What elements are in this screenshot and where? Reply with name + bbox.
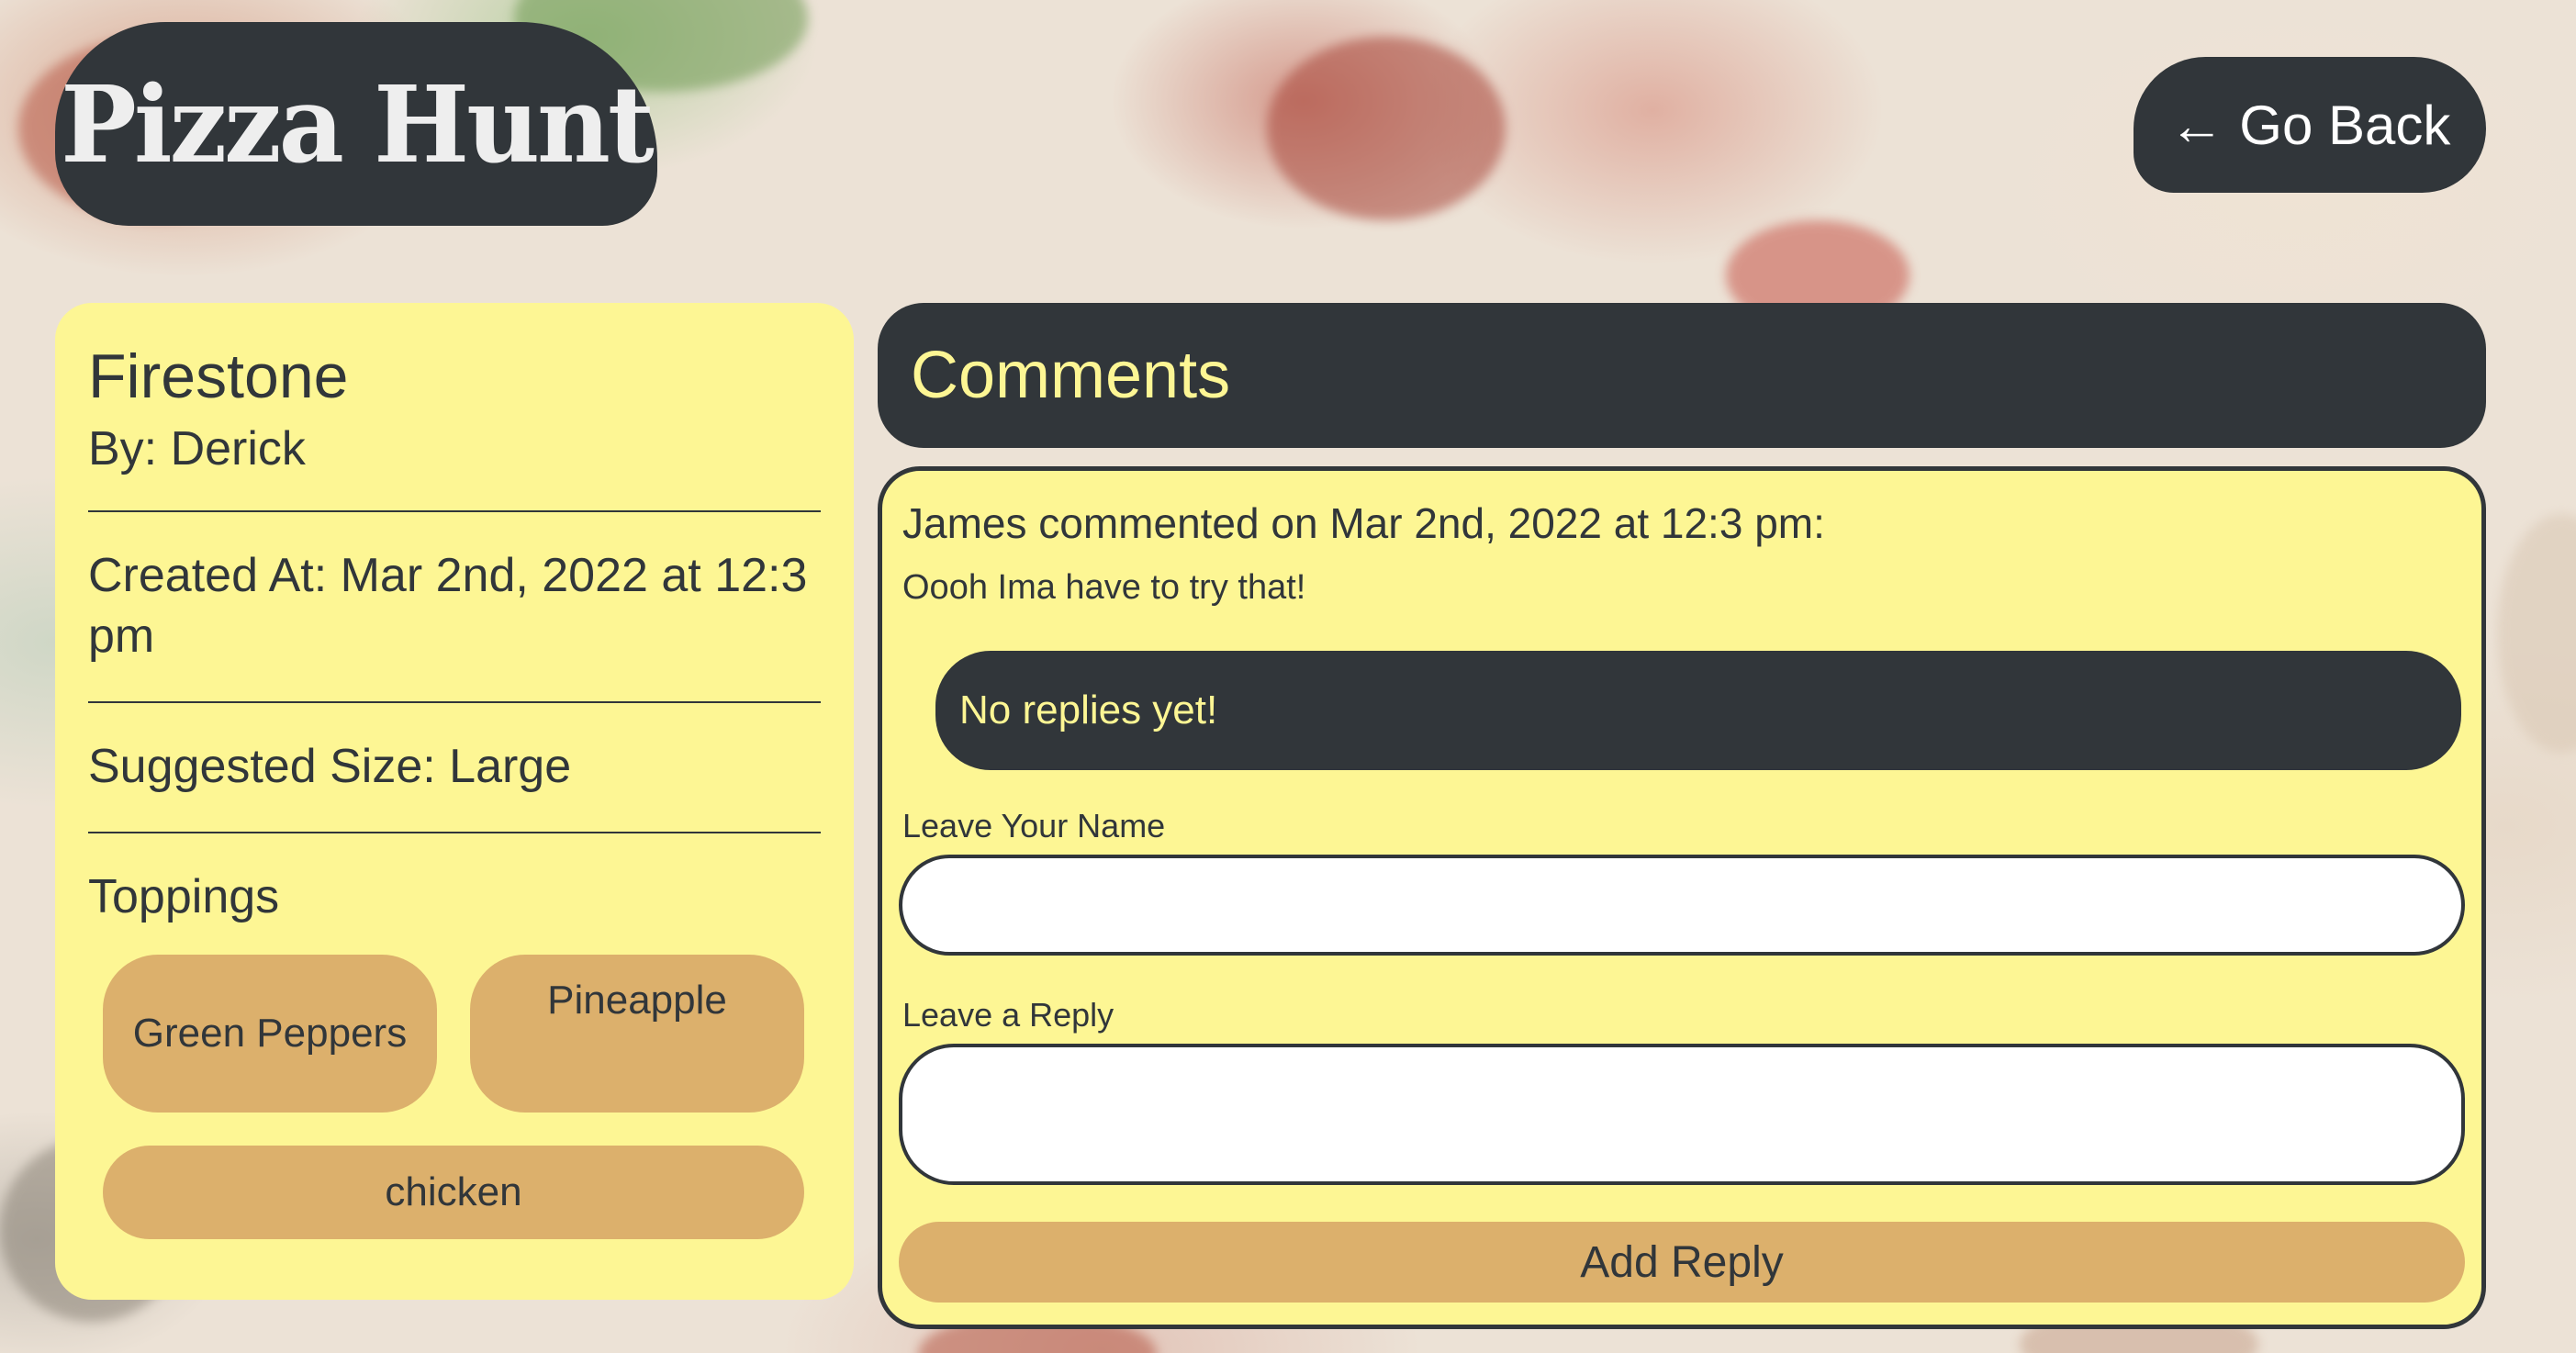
comment-header: James commented on Mar 2nd, 2022 at 12:3… — [902, 499, 1825, 547]
pizza-suggested-size: Suggested Size: Large — [88, 703, 821, 833]
pizza-details-card: Firestone By: Derick Created At: Mar 2nd… — [55, 303, 854, 1300]
reply-field-label: Leave a Reply — [902, 996, 1114, 1034]
go-back-button[interactable]: ← Go Back — [2134, 57, 2486, 193]
name-field-label: Leave Your Name — [902, 807, 1166, 844]
pizza-author: By: Derick — [88, 420, 821, 512]
name-input[interactable] — [899, 855, 2465, 956]
no-replies-notice: No replies yet! — [935, 651, 2461, 770]
topping-badge: chicken — [103, 1145, 804, 1239]
pizza-created-at: Created At: Mar 2nd, 2022 at 12:3 pm — [88, 512, 821, 703]
comments-header: Comments — [878, 303, 2486, 448]
logo-text: Pizza Hunt — [61, 62, 655, 186]
comment-card: James commented on Mar 2nd, 2022 at 12:3… — [878, 466, 2486, 1329]
topping-badge: Green Peppers — [103, 954, 437, 1113]
comment-body: Oooh Ima have to try that! — [902, 568, 1306, 607]
comments-title: Comments — [911, 339, 1231, 412]
pizza-name: Firestone — [88, 341, 349, 411]
toppings-heading: Toppings — [88, 869, 280, 923]
add-reply-button[interactable]: Add Reply — [899, 1222, 2465, 1303]
reply-input[interactable] — [899, 1044, 2465, 1185]
topping-badge: Pineapple — [470, 954, 804, 1113]
pizza-hunt-logo[interactable]: Pizza Hunt — [55, 22, 657, 226]
